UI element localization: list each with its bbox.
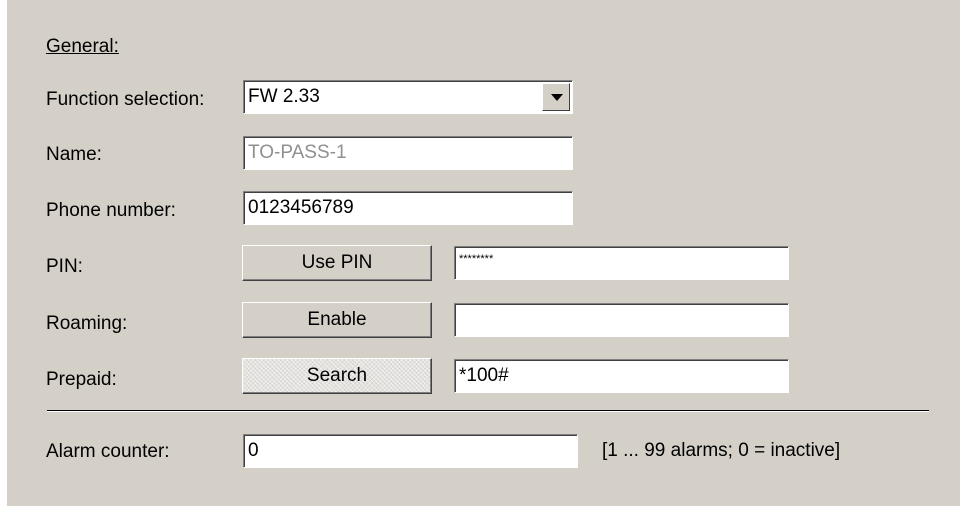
alarm-counter-hint: [1 ... 99 alarms; 0 = inactive]: [602, 440, 841, 461]
prepaid-label: Prepaid:: [46, 369, 117, 390]
function-selection-dropdown[interactable]: FW 2.33: [243, 80, 573, 114]
separator-line: [47, 410, 929, 412]
pin-label: PIN:: [46, 256, 83, 277]
chevron-down-icon: [551, 94, 563, 101]
roaming-label: Roaming:: [46, 313, 128, 334]
phone-number-label: Phone number:: [46, 200, 176, 221]
pin-field[interactable]: ********: [454, 246, 789, 280]
alarm-counter-field[interactable]: 0: [243, 434, 578, 468]
roaming-field[interactable]: [454, 303, 789, 337]
function-selection-label: Function selection:: [46, 89, 205, 110]
search-prepaid-button[interactable]: Search: [242, 358, 432, 394]
settings-panel: General: Function selection: FW 2.33 Nam…: [7, 0, 960, 506]
alarm-counter-label: Alarm counter:: [46, 441, 170, 462]
name-label: Name:: [46, 144, 102, 165]
phone-number-field[interactable]: 0123456789: [243, 191, 573, 225]
prepaid-field[interactable]: *100#: [454, 359, 789, 393]
name-field: TO-PASS-1: [243, 136, 573, 170]
enable-roaming-button[interactable]: Enable: [242, 302, 432, 338]
function-selection-value: FW 2.33: [248, 86, 320, 107]
section-title-general: General:: [46, 36, 119, 57]
dropdown-arrow-button[interactable]: [542, 83, 570, 111]
use-pin-button[interactable]: Use PIN: [242, 245, 432, 281]
